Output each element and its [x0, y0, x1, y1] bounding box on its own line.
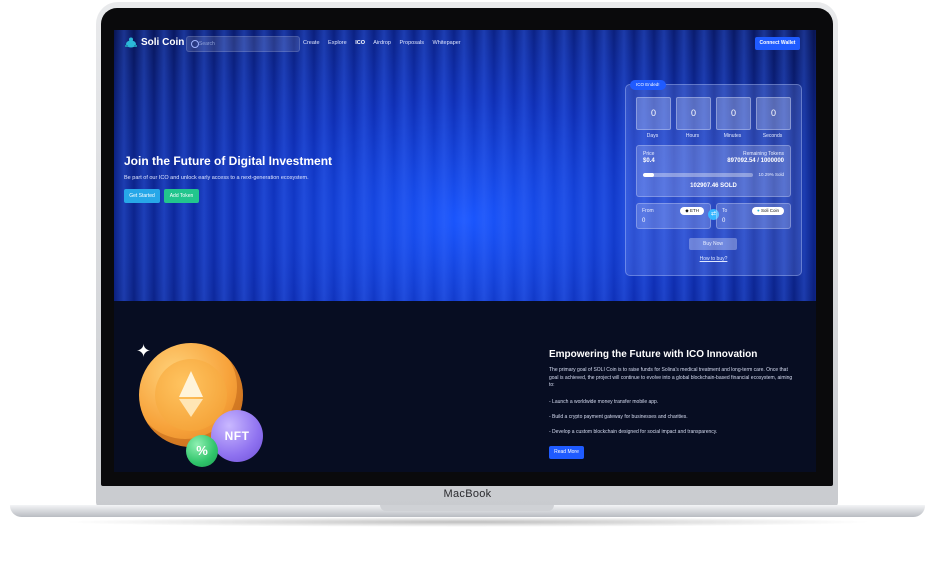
goal-item-2: - Build a crypto payment gateway for bus… — [549, 414, 688, 420]
nav-link-airdrop[interactable]: Airdrop — [373, 40, 391, 46]
sold-amount: 102907.46 SOLD — [690, 183, 737, 189]
remaining-value: 897092.54 / 1000000 — [727, 158, 784, 164]
sale-progress-bar — [643, 173, 753, 177]
ico-info-section: ✦ NFT % Empowering the Future with ICO I… — [114, 301, 816, 472]
add-token-button[interactable]: Add Token — [164, 189, 199, 203]
from-token: ETH — [690, 208, 699, 213]
nav-links: Create Explore ICO Airdrop Proposals Whi… — [303, 40, 468, 46]
nav-link-proposals[interactable]: Proposals — [400, 40, 424, 46]
to-token-chip[interactable]: ● Soli Coin — [752, 207, 784, 215]
read-more-button[interactable]: Read More — [549, 446, 584, 459]
from-label: From — [642, 208, 654, 214]
goal-item-3: - Develop a custom blockchain designed f… — [549, 429, 718, 435]
nav-link-whitepaper[interactable]: Whitepaper — [433, 40, 461, 46]
percent-coin-illustration: % — [186, 435, 218, 467]
ethereum-icon — [179, 371, 203, 397]
how-to-buy-link[interactable]: How to buy? — [626, 256, 801, 262]
nft-coin-text: NFT — [224, 429, 250, 443]
brand-name[interactable]: Soli Coin — [141, 37, 184, 48]
from-value[interactable]: 0 — [642, 218, 645, 224]
search-input[interactable] — [199, 38, 295, 49]
price-panel: Price $0.4 Remaining Tokens 897092.54 / … — [636, 145, 791, 197]
hero-subtitle: Be part of our ICO and unlock early acce… — [124, 175, 309, 181]
price-value: $0.4 — [643, 158, 655, 164]
hero-section: Soli Coin Create Explore ICO Airdrop Pro… — [114, 30, 816, 301]
price-label: Price — [643, 151, 655, 157]
nft-coin-illustration: NFT — [211, 410, 263, 462]
nav-link-explore[interactable]: Explore — [328, 40, 347, 46]
sale-progress-fill — [643, 173, 655, 177]
search-box[interactable] — [186, 36, 300, 52]
from-token-chip[interactable]: ◆ ETH — [680, 207, 704, 215]
screen: Soli Coin Create Explore ICO Airdrop Pro… — [114, 30, 816, 472]
ethereum-icon-lower — [179, 399, 203, 417]
remaining-label: Remaining Tokens — [742, 151, 784, 157]
hero-title: Join the Future of Digital Investment — [124, 154, 333, 168]
countdown-minutes: 0 — [716, 97, 751, 130]
search-icon — [191, 40, 199, 48]
buy-now-button[interactable]: Buy Now — [689, 238, 737, 250]
countdown-hours-label: Hours — [685, 133, 700, 139]
to-label: To — [722, 208, 728, 214]
countdown-seconds-label: Seconds — [762, 133, 783, 139]
swap-to-field[interactable]: To 0 ● Soli Coin — [716, 203, 791, 229]
countdown-days: 0 — [636, 97, 671, 130]
goal-item-1: - Launch a worldwide money transfer mobi… — [549, 399, 659, 405]
turtle-logo-icon — [125, 37, 137, 48]
countdown-minutes-label: Minutes — [723, 133, 742, 139]
sparkle-icon: ✦ — [136, 341, 152, 361]
to-value: 0 — [722, 218, 726, 224]
nav-link-create[interactable]: Create — [303, 40, 320, 46]
section-intro: The primary goal of SOLI Coin is to rais… — [549, 367, 793, 388]
laptop-shadow — [60, 517, 875, 527]
to-token: Soli Coin — [760, 208, 779, 213]
ico-status-badge: ICO Ended! — [630, 80, 666, 90]
nav-link-ico[interactable]: ICO — [355, 40, 365, 46]
countdown-seconds: 0 — [756, 97, 791, 130]
countdown-days-label: Days — [646, 133, 659, 139]
percent-coin-text: % — [196, 443, 208, 458]
device-label: MacBook — [443, 488, 492, 500]
countdown-hours: 0 — [676, 97, 711, 130]
top-nav: Soli Coin Create Explore ICO Airdrop Pro… — [114, 30, 816, 56]
progress-text: 10.29% Sold — [758, 172, 784, 177]
laptop-notch — [380, 505, 554, 511]
section-title: Empowering the Future with ICO Innovatio… — [549, 349, 758, 360]
ico-card: ICO Ended! 0 0 0 0 Days Hours Minutes Se… — [625, 80, 802, 276]
swap-from-field[interactable]: From 0 ◆ ETH — [636, 203, 711, 229]
connect-wallet-button[interactable]: Connect Wallet — [755, 37, 800, 50]
get-started-button[interactable]: Get Started — [124, 189, 160, 203]
